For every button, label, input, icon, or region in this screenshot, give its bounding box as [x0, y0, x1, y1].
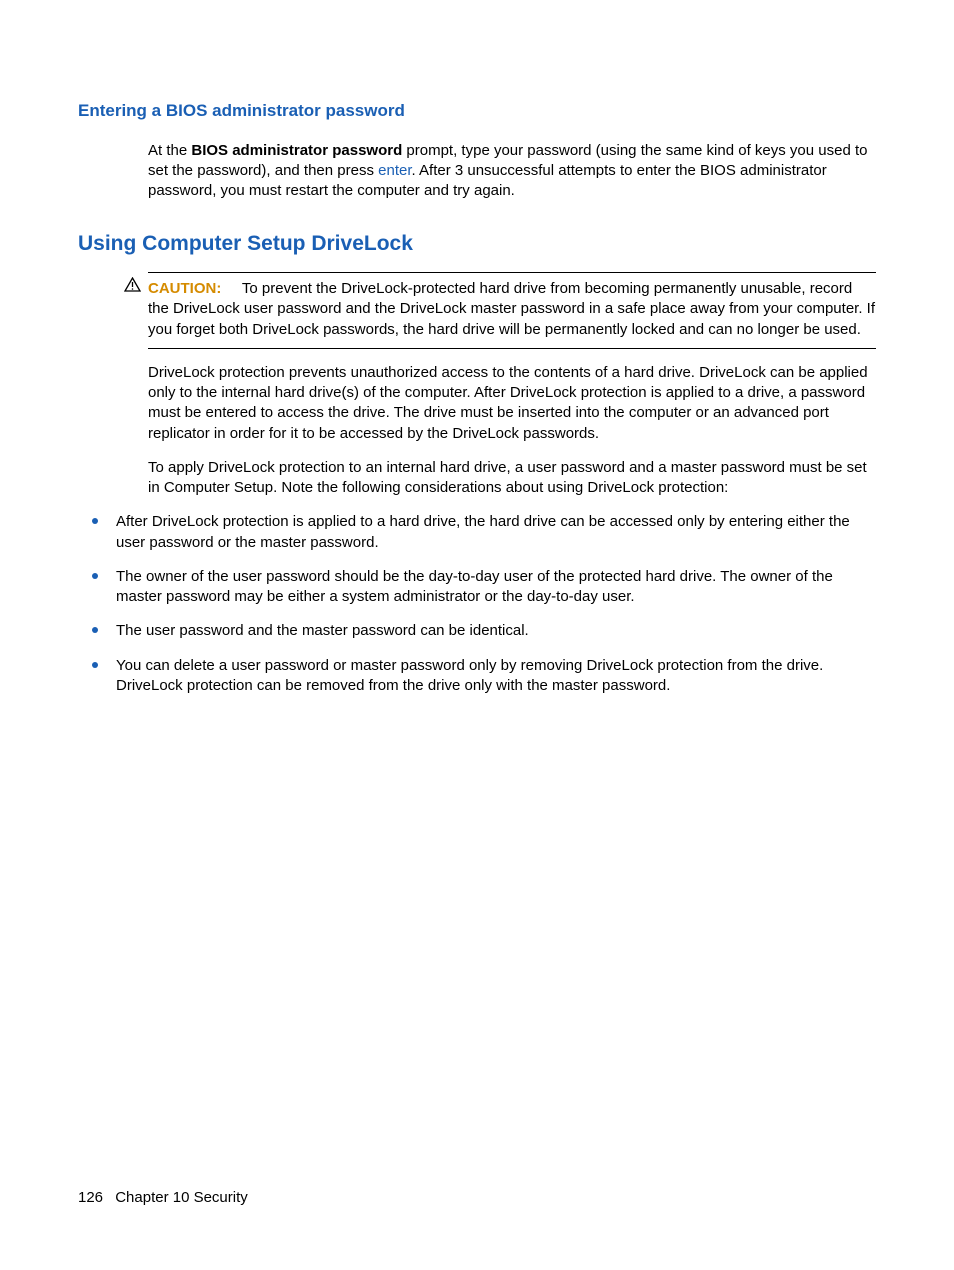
drivelock-para-1: DriveLock protection prevents unauthoriz… [148, 363, 876, 444]
bios-password-paragraph: At the BIOS administrator password promp… [148, 141, 876, 202]
text-pre: At the [148, 142, 191, 159]
section-heading-drivelock: Using Computer Setup DriveLock [78, 230, 876, 258]
page-number: 126 [78, 1189, 103, 1206]
list-item: The owner of the user password should be… [78, 567, 876, 608]
caution-text: To prevent the DriveLock-protected hard … [148, 280, 875, 338]
list-item: The user password and the master passwor… [78, 621, 876, 641]
enter-key-text: enter [378, 162, 411, 179]
chapter-label: Chapter 10 Security [115, 1189, 248, 1206]
caution-box: CAUTION: To prevent the DriveLock-protec… [148, 272, 876, 349]
page-footer: 126 Chapter 10 Security [78, 1188, 248, 1208]
caution-gap [226, 280, 239, 297]
caution-triangle-icon [124, 277, 141, 292]
text-bold-prompt: BIOS administrator password [191, 142, 402, 159]
section-heading-bios-password: Entering a BIOS administrator password [78, 100, 876, 123]
list-item: You can delete a user password or master… [78, 656, 876, 697]
list-item: After DriveLock protection is applied to… [78, 512, 876, 553]
drivelock-bullet-list: After DriveLock protection is applied to… [78, 512, 876, 696]
drivelock-para-2: To apply DriveLock protection to an inte… [148, 458, 876, 499]
caution-label: CAUTION: [148, 280, 221, 297]
